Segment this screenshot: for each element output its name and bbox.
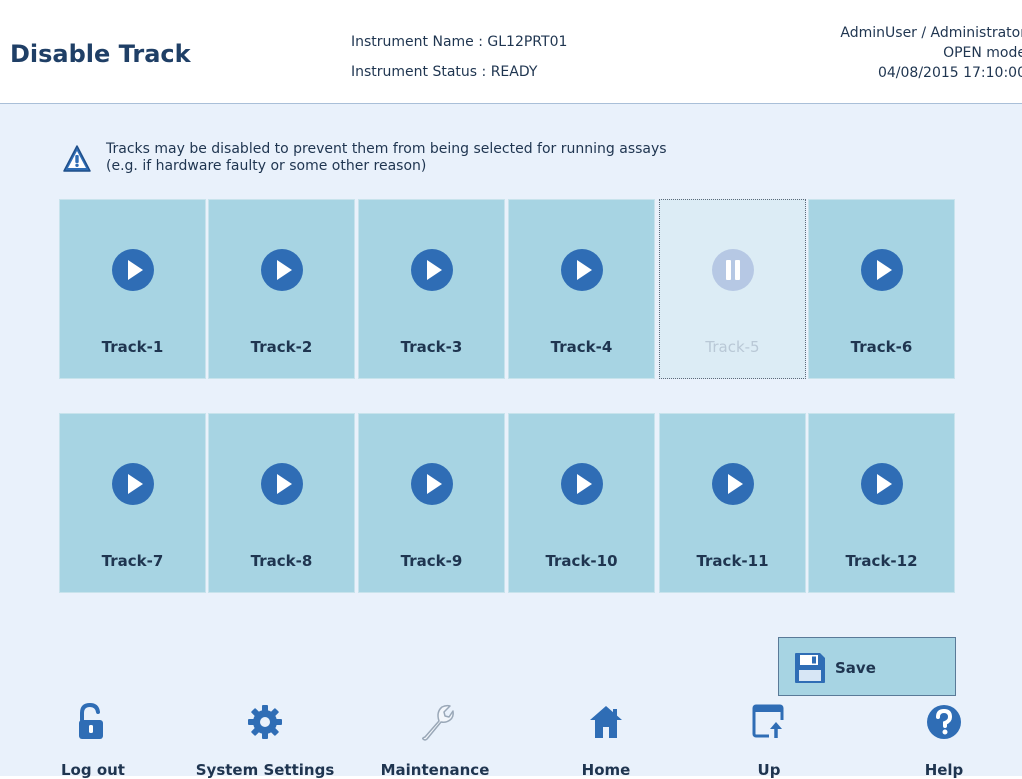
datetime: 04/08/2015 17:10:00 xyxy=(877,65,1022,81)
track-label: Track-7 xyxy=(101,552,164,570)
track-9-button[interactable]: Track-9 xyxy=(358,413,505,593)
page-title: Disable Track xyxy=(10,40,191,68)
save-button[interactable]: Save xyxy=(778,637,956,696)
track-label: Track-4 xyxy=(550,338,613,356)
instrument-name: Instrument Name : GL12PRT01 xyxy=(351,34,568,50)
play-icon xyxy=(860,249,903,291)
play-icon xyxy=(711,463,754,505)
track-7-button[interactable]: Track-7 xyxy=(59,413,206,593)
unlock-icon xyxy=(79,702,103,739)
track-1-button[interactable]: Track-1 xyxy=(59,199,206,379)
track-label: Track-9 xyxy=(400,552,463,570)
track-6-button[interactable]: Track-6 xyxy=(808,199,955,379)
track-label: Track-1 xyxy=(101,338,164,356)
nav-logout[interactable]: Log out xyxy=(13,700,173,779)
track-label: Track-3 xyxy=(400,338,463,356)
nav-label: Up xyxy=(757,761,781,779)
play-icon xyxy=(111,463,154,505)
track-label: Track-6 xyxy=(850,338,913,356)
wrench-icon xyxy=(422,704,454,741)
gear-icon xyxy=(248,705,282,739)
track-label: Track-8 xyxy=(250,552,313,570)
user-info: AdminUser / Administrator OPEN mode 04/0… xyxy=(726,24,1022,84)
nav-label: Help xyxy=(924,761,964,779)
play-icon xyxy=(410,463,453,505)
nav-help[interactable]: Help xyxy=(864,700,1022,779)
nav-label: Log out xyxy=(61,761,125,779)
pause-icon xyxy=(711,249,754,291)
instrument-status: Instrument Status : READY xyxy=(351,64,538,80)
nav-system-settings[interactable]: System Settings xyxy=(185,700,345,779)
track-12-button[interactable]: Track-12 xyxy=(808,413,955,593)
track-label: Track-10 xyxy=(545,552,618,570)
up-window-icon xyxy=(752,704,785,740)
home-icon xyxy=(590,706,622,738)
nav-label: System Settings xyxy=(195,761,335,779)
user-role: AdminUser / Administrator xyxy=(840,25,1022,41)
track-8-button[interactable]: Track-8 xyxy=(208,413,355,593)
track-2-button[interactable]: Track-2 xyxy=(208,199,355,379)
save-label: Save xyxy=(835,659,876,677)
track-11-button[interactable]: Track-11 xyxy=(659,413,806,593)
track-3-button[interactable]: Track-3 xyxy=(358,199,505,379)
notice-text: Tracks may be disabled to prevent them f… xyxy=(106,141,667,175)
access-mode: OPEN mode xyxy=(943,45,1022,61)
nav-label: Home xyxy=(581,761,631,779)
nav-label: Maintenance xyxy=(380,761,490,779)
track-label: Track-5 xyxy=(705,338,760,356)
track-label: Track-11 xyxy=(696,552,769,570)
track-label: Track-12 xyxy=(845,552,918,570)
play-icon xyxy=(560,249,603,291)
play-icon xyxy=(560,463,603,505)
nav-maintenance: Maintenance xyxy=(355,700,515,779)
track-4-button[interactable]: Track-4 xyxy=(508,199,655,379)
disable-track-screen: Disable Track Instrument Name : GL12PRT0… xyxy=(0,0,1022,779)
play-icon xyxy=(260,463,303,505)
nav-home[interactable]: Home xyxy=(526,700,686,779)
warning-icon xyxy=(63,145,91,172)
play-icon xyxy=(410,249,453,291)
track-10-button[interactable]: Track-10 xyxy=(508,413,655,593)
play-icon xyxy=(860,463,903,505)
info-notice: Tracks may be disabled to prevent them f… xyxy=(62,141,762,181)
notice-line-1: Tracks may be disabled to prevent them f… xyxy=(106,141,667,157)
header-bar: Disable Track Instrument Name : GL12PRT0… xyxy=(0,0,1022,104)
track-5-button[interactable]: Track-5 xyxy=(659,199,806,379)
notice-line-2: (e.g. if hardware faulty or some other r… xyxy=(106,158,427,174)
play-icon xyxy=(260,249,303,291)
track-label: Track-2 xyxy=(250,338,313,356)
nav-up[interactable]: Up xyxy=(689,700,849,779)
save-icon xyxy=(795,653,825,683)
help-icon xyxy=(927,705,961,739)
play-icon xyxy=(111,249,154,291)
